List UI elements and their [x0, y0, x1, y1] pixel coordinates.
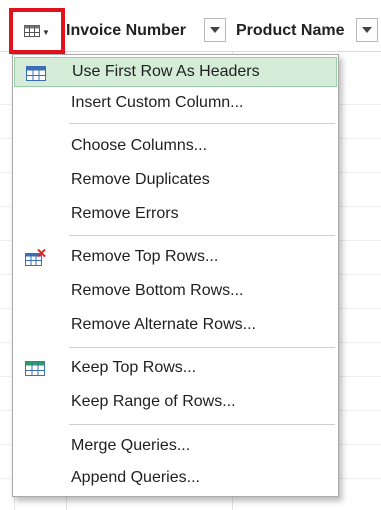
- menu-divider: [69, 123, 335, 124]
- menu-item-label: Remove Alternate Rows...: [71, 316, 256, 333]
- menu-divider: [69, 424, 335, 425]
- menu-item-remove-bottom-rows[interactable]: Remove Bottom Rows...: [14, 276, 337, 306]
- menu-item-label: Remove Top Rows...: [71, 248, 219, 265]
- menu-item-label: Append Queries...: [71, 469, 200, 486]
- menu-item-label: Keep Top Rows...: [71, 359, 197, 376]
- dropdown-arrow-icon: [210, 27, 220, 33]
- menu-item-label: Insert Custom Column...: [71, 94, 244, 111]
- column-filter-button[interactable]: [204, 18, 226, 42]
- menu-item-label: Remove Bottom Rows...: [71, 282, 244, 299]
- menu-item-label: Keep Range of Rows...: [71, 393, 236, 410]
- menu-item-label: Choose Columns...: [71, 137, 208, 154]
- menu-item-use-first-row-as-headers[interactable]: Use First Row As Headers: [14, 57, 337, 87]
- menu-divider: [69, 347, 335, 348]
- menu-item-label: Merge Queries...: [71, 437, 191, 454]
- menu-item-remove-alternate-rows[interactable]: Remove Alternate Rows...: [14, 310, 337, 340]
- dropdown-arrow-icon: [362, 27, 372, 33]
- keep-rows-icon: [25, 361, 45, 376]
- menu-item-choose-columns[interactable]: Choose Columns...: [14, 131, 337, 161]
- menu-divider: [69, 235, 335, 236]
- menu-item-remove-top-rows[interactable]: Remove Top Rows...: [14, 242, 337, 272]
- table-menu-icon: [24, 25, 41, 37]
- column-filter-button[interactable]: [356, 18, 378, 42]
- menu-item-keep-top-rows[interactable]: Keep Top Rows...: [14, 353, 337, 383]
- menu-item-label: Remove Duplicates: [71, 171, 210, 188]
- use-headers-icon: [26, 66, 46, 81]
- remove-rows-icon: [25, 249, 46, 266]
- column-header-invoice-number[interactable]: Invoice Number: [66, 18, 186, 44]
- menu-item-remove-errors[interactable]: Remove Errors: [14, 199, 337, 229]
- menu-item-keep-range-of-rows[interactable]: Keep Range of Rows...: [14, 387, 337, 417]
- chevron-down-icon: ▼: [42, 27, 50, 37]
- table-context-menu: Use First Row As Headers Insert Custom C…: [12, 54, 339, 497]
- menu-item-merge-queries[interactable]: Merge Queries...: [14, 431, 337, 461]
- menu-item-remove-duplicates[interactable]: Remove Duplicates: [14, 165, 337, 195]
- menu-item-append-queries[interactable]: Append Queries...: [14, 463, 337, 493]
- column-header-product-name[interactable]: Product Name: [236, 18, 344, 44]
- menu-item-insert-custom-column[interactable]: Insert Custom Column...: [14, 88, 337, 118]
- table-menu-button[interactable]: ▼: [15, 14, 59, 48]
- menu-item-label: Remove Errors: [71, 205, 179, 222]
- menu-item-label: Use First Row As Headers: [72, 63, 260, 80]
